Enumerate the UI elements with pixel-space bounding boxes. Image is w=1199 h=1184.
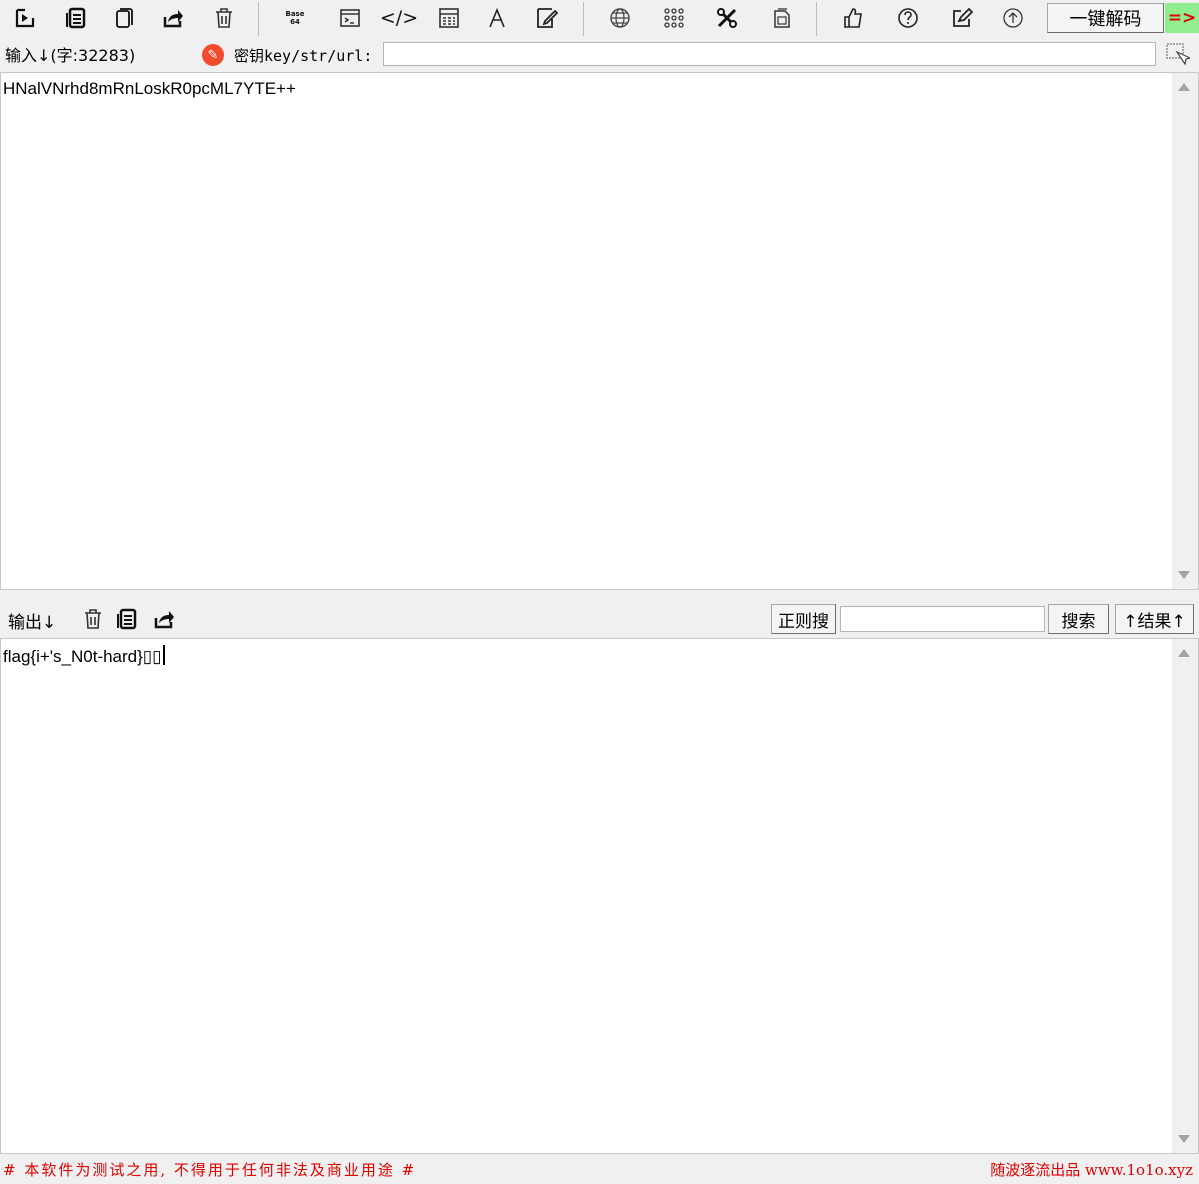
output-text: flag{i+'s_N0t-hard}▯▯ <box>3 647 162 666</box>
like-icon[interactable] <box>840 5 866 31</box>
input-textarea[interactable]: HNalVNrhd8mRnLoskR0pcML7YTE++ <box>0 72 1199 590</box>
terminal-icon[interactable] <box>337 5 363 31</box>
search-button[interactable]: 搜索 <box>1048 604 1109 634</box>
output-scrollbar[interactable] <box>1172 639 1198 1153</box>
scroll-down-icon[interactable] <box>1178 1135 1190 1143</box>
share-icon[interactable] <box>160 5 186 31</box>
scroll-up-icon[interactable] <box>1178 83 1190 91</box>
import-icon[interactable] <box>12 5 38 31</box>
search-input[interactable] <box>840 606 1045 632</box>
toolbar-separator <box>258 2 259 36</box>
tools-icon[interactable] <box>714 5 740 31</box>
calculator-icon[interactable] <box>436 5 462 31</box>
run-arrow-button[interactable]: => <box>1165 3 1199 33</box>
copy-icon[interactable] <box>63 5 89 31</box>
output-textarea[interactable]: flag{i+'s_N0t-hard}▯▯ <box>0 638 1199 1154</box>
base64-icon[interactable]: Base 64 <box>282 5 308 31</box>
one-click-decode-button[interactable]: 一键解码 <box>1047 3 1164 33</box>
key-edit-icon[interactable]: ✎ <box>202 44 224 66</box>
output-label: 输出↓ <box>8 613 57 633</box>
paste-icon[interactable] <box>111 5 137 31</box>
key-label: 密钥key/str/url: <box>234 47 373 65</box>
toolbar-separator <box>583 2 584 36</box>
key-input[interactable] <box>383 42 1156 66</box>
font-icon[interactable] <box>484 5 510 31</box>
select-cursor-icon[interactable] <box>1164 41 1192 69</box>
output-trash-icon[interactable] <box>80 606 106 632</box>
scroll-up-icon[interactable] <box>1178 649 1190 657</box>
footer-disclaimer: # 本软件为测试之用, 不得用于任何非法及商业用途 # <box>3 1161 417 1179</box>
footer-credit[interactable]: 随波逐流出品 www.1o1o.xyz <box>990 1159 1193 1180</box>
input-text: HNalVNrhd8mRnLoskR0pcML7YTE++ <box>3 79 296 98</box>
file-icon[interactable] <box>769 5 795 31</box>
text-caret <box>162 645 165 665</box>
grid-icon[interactable] <box>661 5 687 31</box>
main-toolbar: Base 64 </> 一键解码 => <box>0 0 1199 38</box>
output-text-line: flag{i+'s_N0t-hard}▯▯ <box>3 645 165 667</box>
trash-icon[interactable] <box>211 5 237 31</box>
upload-icon[interactable] <box>1000 5 1026 31</box>
code-icon[interactable]: </> <box>380 5 418 31</box>
toolbar-separator <box>816 2 817 36</box>
edit-icon[interactable] <box>949 5 975 31</box>
output-share-icon[interactable] <box>151 606 177 632</box>
edit-doc-icon[interactable] <box>534 5 560 31</box>
scroll-down-icon[interactable] <box>1178 571 1190 579</box>
input-label: 输入↓(字:32283) <box>5 46 136 65</box>
footer: # 本软件为测试之用, 不得用于任何非法及商业用途 # 随波逐流出品 www.1… <box>0 1154 1199 1184</box>
regex-search-button[interactable]: 正则搜 <box>771 604 836 634</box>
result-button[interactable]: ↑结果↑ <box>1115 604 1194 634</box>
globe-icon[interactable] <box>607 5 633 31</box>
output-copy-icon[interactable] <box>114 606 140 632</box>
input-scrollbar[interactable] <box>1172 73 1198 589</box>
help-icon[interactable] <box>895 5 921 31</box>
